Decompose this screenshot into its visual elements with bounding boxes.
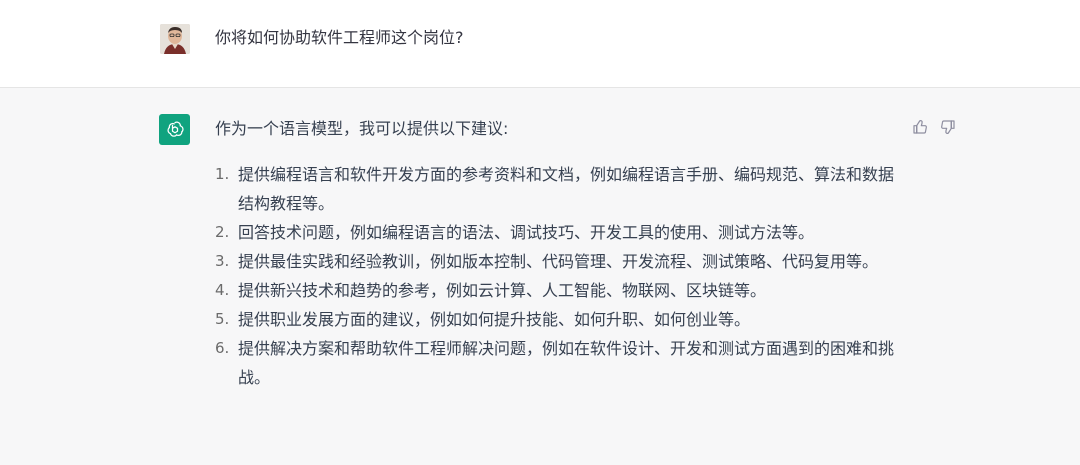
list-item: 6. 提供解决方案和帮助软件工程师解决问题，例如在软件设计、开发和测试方面遇到的… — [215, 334, 894, 392]
assistant-suggestion-list: 1. 提供编程语言和软件开发方面的参考资料和文档，例如编程语言手册、编码规范、算… — [215, 160, 905, 392]
chat-page: 你将如何协助软件工程师这个岗位? 作为一个语言模型，我可以提供以下建议: 1. … — [0, 0, 1080, 465]
list-item-text: 提供编程语言和软件开发方面的参考资料和文档，例如编程语言手册、编码规范、算法和数… — [238, 165, 895, 213]
list-item-number: 4. — [215, 281, 230, 299]
assistant-message: 作为一个语言模型，我可以提供以下建议: 1. 提供编程语言和软件开发方面的参考资… — [215, 117, 905, 392]
user-avatar-image — [160, 24, 190, 54]
list-item: 5. 提供职业发展方面的建议，例如如何提升技能、如何升职、如何创业等。 — [215, 305, 894, 334]
list-item-number: 2. — [215, 223, 230, 241]
list-item: 3. 提供最佳实践和经验教训，例如版本控制、代码管理、开发流程、测试策略、代码复… — [215, 247, 894, 276]
user-message-text: 你将如何协助软件工程师这个岗位? — [215, 28, 464, 47]
list-item-number: 6. — [215, 339, 230, 357]
list-item-number: 1. — [215, 165, 230, 183]
feedback-buttons — [910, 117, 958, 137]
list-item: 4. 提供新兴技术和趋势的参考，例如云计算、人工智能、物联网、区块链等。 — [215, 276, 894, 305]
thumbs-up-icon[interactable] — [910, 117, 930, 137]
list-item-text: 提供新兴技术和趋势的参考，例如云计算、人工智能、物联网、区块链等。 — [238, 281, 767, 300]
assistant-intro-text: 作为一个语言模型，我可以提供以下建议: — [215, 119, 509, 138]
assistant-message-row: 作为一个语言模型，我可以提供以下建议: 1. 提供编程语言和软件开发方面的参考资… — [0, 88, 1080, 465]
list-item-number: 5. — [215, 310, 230, 328]
list-item-text: 提供最佳实践和经验教训，例如版本控制、代码管理、开发流程、测试策略、代码复用等。 — [238, 252, 879, 271]
thumbs-down-icon[interactable] — [938, 117, 958, 137]
list-item-text: 提供职业发展方面的建议，例如如何提升技能、如何升职、如何创业等。 — [238, 310, 751, 329]
list-item: 1. 提供编程语言和软件开发方面的参考资料和文档，例如编程语言手册、编码规范、算… — [215, 160, 894, 218]
user-avatar — [160, 24, 190, 54]
user-message-row: 你将如何协助软件工程师这个岗位? — [0, 0, 1080, 88]
list-item-number: 3. — [215, 252, 230, 270]
list-item: 2. 回答技术问题，例如编程语言的语法、调试技巧、开发工具的使用、测试方法等。 — [215, 218, 894, 247]
openai-logo-icon — [159, 114, 190, 145]
list-item-text: 回答技术问题，例如编程语言的语法、调试技巧、开发工具的使用、测试方法等。 — [238, 223, 815, 242]
list-item-text: 提供解决方案和帮助软件工程师解决问题，例如在软件设计、开发和测试方面遇到的困难和… — [238, 339, 895, 387]
